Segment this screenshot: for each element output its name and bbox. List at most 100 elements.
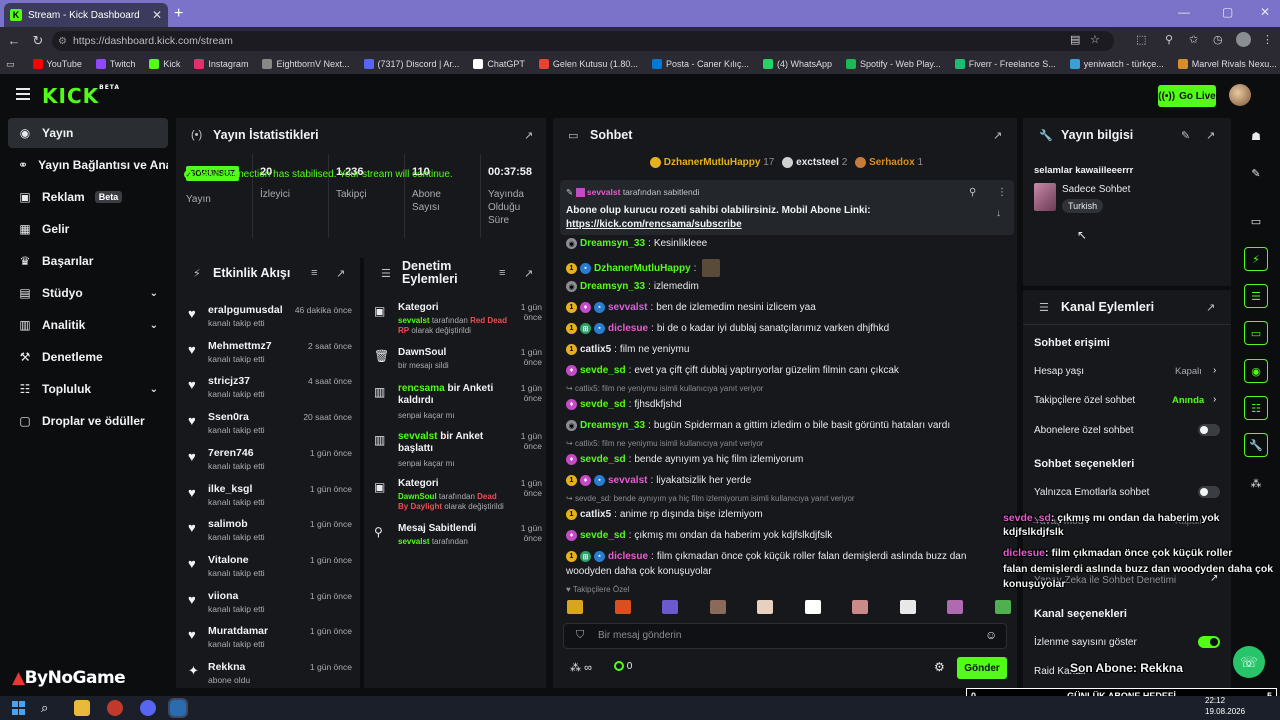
activity-user[interactable]: ilke_ksgl bbox=[208, 483, 252, 495]
activity-user[interactable]: Vitalone bbox=[208, 554, 249, 566]
chat-message[interactable]: ♦ sevde_sd: çıkmış mı ondan da haberim yok… bbox=[566, 530, 832, 541]
chat-message[interactable]: ♦ sevde_sd: evet ya çift çift dublaj yaptı… bbox=[566, 365, 899, 376]
sidebar-item-studyo[interactable]: ▤ Stüdyo ⌄ bbox=[8, 278, 168, 308]
bookmark-whatsapp[interactable]: (4) WhatsApp bbox=[762, 59, 832, 69]
chat-message[interactable]: 1 ⊞ ▪ diclesue: bi de o kadar iyi dublaj san… bbox=[566, 323, 889, 334]
activity-user[interactable]: Mehmettmz7 bbox=[208, 340, 272, 352]
rail-apps-icon[interactable]: ⁂ bbox=[1244, 471, 1268, 495]
reader-icon[interactable]: ▤ bbox=[1070, 33, 1080, 46]
top-gifter[interactable]: DzhanerMutluHappy 17 bbox=[650, 157, 774, 168]
activity-item[interactable]: ♥ Muratdamar kanalı takip etti 1 gün önce bbox=[184, 623, 352, 657]
top-gifter[interactable]: exctsteel 2 bbox=[782, 157, 847, 168]
activity-item[interactable]: ♥ ilke_ksgl kanalı takip etti 1 gün önce bbox=[184, 481, 352, 515]
bookmark-yeniwatch[interactable]: yeniwatch - türkçe... bbox=[1069, 59, 1164, 69]
top-gifter[interactable]: Serhadox 1 bbox=[855, 157, 923, 168]
clock-date[interactable]: 19.08.2026 bbox=[1205, 707, 1245, 716]
popout-icon[interactable]: ↗ bbox=[993, 129, 1002, 142]
search-icon[interactable]: ⌕ bbox=[41, 700, 48, 716]
activity-user[interactable]: viiona bbox=[208, 590, 238, 602]
chat-username[interactable]: catlix5 bbox=[580, 344, 611, 355]
rail-broadcast-icon[interactable]: ◉ bbox=[1244, 359, 1268, 383]
chat-message[interactable]: 1 ♦ ▪ sevvalst: ben de izlemedim nesini izli… bbox=[566, 302, 816, 313]
chat-username[interactable]: sevde_sd bbox=[580, 454, 626, 465]
chat-message[interactable]: 1 catlix5: anime rp dışında bişe izlemiyom bbox=[566, 509, 763, 520]
file-explorer-icon[interactable] bbox=[74, 700, 90, 716]
sidebar-item-basarilar[interactable]: ♛ Başarılar bbox=[8, 246, 168, 276]
more-options-icon[interactable]: ⋮ bbox=[997, 187, 1007, 198]
chat-username[interactable]: Dreamsyn_33 bbox=[580, 420, 645, 431]
activity-item[interactable]: ♥ eralpgumusdal kanalı takip etti 46 dakika… bbox=[184, 302, 352, 336]
close-tab-icon[interactable]: ✕ bbox=[152, 8, 162, 22]
chat-username[interactable]: sevvalst bbox=[608, 302, 647, 313]
emote-button[interactable] bbox=[804, 600, 821, 614]
rail-wrench-icon[interactable]: 🔧 bbox=[1244, 433, 1268, 457]
browser-tab[interactable]: K Stream - Kick Dashboard ✕ bbox=[4, 3, 168, 27]
kick-logo[interactable]: KICKBETA bbox=[42, 84, 120, 108]
rail-moderator-icon[interactable]: ☗ bbox=[1244, 124, 1268, 148]
points-counter[interactable]: 0 bbox=[614, 661, 632, 672]
activity-user[interactable]: eralpgumusdal bbox=[208, 304, 283, 316]
filter-icon[interactable]: ≡ bbox=[499, 267, 505, 279]
profile-avatar[interactable] bbox=[1236, 32, 1251, 47]
bookmark-star-icon[interactable]: ☆ bbox=[1090, 33, 1100, 46]
rail-panel-icon[interactable]: ▭ bbox=[1244, 209, 1268, 233]
chat-message[interactable]: ♦ sevde_sd: fjhsdkfjshd bbox=[566, 399, 682, 410]
activity-user[interactable]: Muratdamar bbox=[208, 625, 268, 637]
chat-username[interactable]: diclesue bbox=[608, 323, 648, 334]
bookmarks-folder-icon[interactable]: ▭ bbox=[6, 59, 15, 70]
sidebar-item-topluluk[interactable]: ☷ Topluluk ⌄ bbox=[8, 374, 168, 404]
chevron-right-icon[interactable]: › bbox=[1213, 394, 1216, 405]
chat-message[interactable]: 1 ♦ ▪ sevvalst: liyakatsizlik her yerde bbox=[566, 475, 751, 486]
popout-icon[interactable]: ↗ bbox=[336, 267, 345, 280]
activity-user[interactable]: Rekkna bbox=[208, 661, 245, 673]
rail-list-icon[interactable]: ☰ bbox=[1244, 284, 1268, 308]
chat-message[interactable]: 1 ⊞ ▪ diclesue: film çıkmadan önce çok küçük… bbox=[566, 551, 966, 562]
chat-username[interactable]: diclesue bbox=[608, 551, 648, 562]
unpin-icon[interactable]: ⚲ bbox=[969, 187, 976, 198]
activity-item[interactable]: ✦ Rekkna abone oldu 1 gün önce bbox=[184, 659, 352, 693]
bookmark-twitch[interactable]: Twitch bbox=[95, 59, 135, 69]
favorites-icon[interactable]: ✩ bbox=[1189, 33, 1198, 46]
popout-icon[interactable]: ↗ bbox=[1206, 301, 1215, 314]
activity-user[interactable]: salimob bbox=[208, 518, 248, 530]
chat-message[interactable]: ♦ sevde_sd: bende aynıyım ya hiç film izle… bbox=[566, 454, 803, 465]
send-button[interactable]: Gönder bbox=[957, 657, 1007, 679]
rail-edit-icon[interactable]: ✎ bbox=[1244, 161, 1268, 185]
emoji-icon[interactable]: ☺ bbox=[985, 628, 997, 642]
chat-username[interactable]: Dreamsyn_33 bbox=[580, 281, 645, 292]
emote-button[interactable] bbox=[709, 600, 726, 614]
settings-gear-icon[interactable]: ⚙ bbox=[934, 660, 945, 674]
reload-icon[interactable]: ↻ bbox=[24, 33, 52, 49]
discord-icon[interactable] bbox=[140, 700, 156, 716]
sidebar-item-gelir[interactable]: ▦ Gelir bbox=[8, 214, 168, 244]
emote-button[interactable] bbox=[614, 600, 631, 614]
edge-browser-icon[interactable] bbox=[168, 698, 188, 718]
emote-button[interactable] bbox=[567, 600, 583, 614]
activity-item[interactable]: ♥ viiona kanalı takip etti 1 gün önce bbox=[184, 588, 352, 622]
sidebar-item-yayin[interactable]: ◉ Yayın bbox=[8, 118, 168, 148]
clock-time[interactable]: 22:12 bbox=[1205, 696, 1225, 705]
expand-down-icon[interactable]: ↓ bbox=[996, 208, 1001, 219]
gifts-icon[interactable]: ⁂ ∞ bbox=[570, 661, 592, 674]
emote-button[interactable] bbox=[662, 600, 678, 614]
followers-only-value[interactable]: Anında bbox=[1172, 395, 1204, 406]
new-tab-icon[interactable]: + bbox=[174, 5, 183, 23]
sidebar-item-droplar[interactable]: ▢ Droplar ve ödüller bbox=[8, 406, 168, 436]
activity-user[interactable]: Ssen0ra bbox=[208, 411, 249, 423]
site-info-icon[interactable]: ⚙ bbox=[58, 36, 67, 47]
history-icon[interactable]: ◷ bbox=[1213, 33, 1223, 46]
bookmark-kick[interactable]: Kick bbox=[149, 59, 180, 69]
popout-icon[interactable]: ↗ bbox=[524, 129, 533, 142]
sidebar-item-analitik[interactable]: ▥ Analitik ⌄ bbox=[8, 310, 168, 340]
activity-item[interactable]: ♥ 7eren746 kanalı takip etti 1 gün önce bbox=[184, 445, 352, 479]
sidebar-item-reklam[interactable]: ▣ Reklam Beta bbox=[8, 182, 168, 212]
pinned-link[interactable]: https://kick.com/rencsama/subscribe bbox=[566, 219, 742, 230]
obs-icon[interactable] bbox=[107, 700, 123, 716]
bookmark-spotify[interactable]: Spotify - Web Play... bbox=[846, 59, 941, 69]
bookmark-youtube[interactable]: YouTube bbox=[32, 59, 82, 69]
sidebar-item-denetleme[interactable]: ⚒ Denetleme bbox=[8, 342, 168, 372]
windows-start-icon[interactable] bbox=[12, 701, 26, 715]
chat-username[interactable]: DzhanerMutluHappy bbox=[594, 263, 691, 274]
activity-user[interactable]: 7eren746 bbox=[208, 447, 254, 459]
bookmark-eightbornv[interactable]: EightbornV Next... bbox=[262, 59, 350, 69]
